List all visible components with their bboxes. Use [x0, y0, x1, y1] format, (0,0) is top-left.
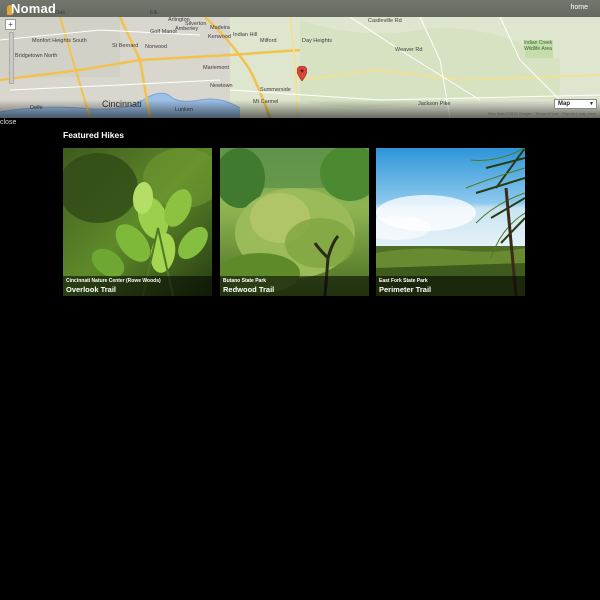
brand-logo[interactable]: Nomad: [11, 1, 56, 16]
close-map-link[interactable]: close: [0, 119, 16, 126]
zoom-slider[interactable]: [9, 32, 14, 84]
trail-name[interactable]: Redwood Trail: [223, 285, 274, 294]
map-label: Elk: [150, 10, 158, 16]
map-label: St Bernard: [112, 43, 139, 49]
map-label: Golf Manor: [150, 29, 178, 35]
zoom-control[interactable]: +: [5, 19, 16, 84]
hike-photo: [376, 148, 525, 296]
map-label: Oak: [55, 10, 66, 16]
map-attribution[interactable]: Map data ©2013 Google · Terms of Use · R…: [488, 111, 596, 116]
map-label: Summerside: [260, 87, 291, 93]
hike-caption: Butano State Park Redwood Trail: [220, 276, 369, 296]
map-label: Mt Carmel: [253, 99, 279, 105]
map-label: Delhi: [30, 105, 43, 111]
home-link[interactable]: home: [570, 4, 588, 11]
map-label: Jackson Pike: [418, 101, 451, 107]
map-label: Silverton: [185, 21, 207, 27]
park-name: Butano State Park: [223, 278, 267, 284]
hike-card[interactable]: Butano State Park Redwood Trail: [220, 148, 369, 296]
park-name: Cincinnati Nature Center (Rowe Woods): [66, 278, 161, 284]
map-pin-icon[interactable]: [297, 66, 307, 81]
chevron-down-icon: ▼: [589, 101, 594, 107]
map-label: Bridgetown North: [15, 53, 58, 59]
map-label: Monfort Heights South: [32, 38, 87, 44]
map-label: Milford: [260, 38, 277, 44]
map-label: Indian Creek Wildlife Area: [523, 40, 553, 52]
map-label: Kenwood: [208, 34, 231, 40]
trail-name[interactable]: Perimeter Trail: [379, 285, 431, 294]
map-label: Cincinnati: [102, 99, 142, 109]
map-type-label: Map: [558, 101, 570, 107]
hike-card[interactable]: Cincinnati Nature Center (Rowe Woods) Ov…: [63, 148, 212, 296]
zoom-in-icon[interactable]: +: [5, 19, 16, 30]
hike-caption: East Fork State Park Perimeter Trail: [376, 276, 525, 296]
top-bar: [0, 0, 600, 17]
map-label: Castleville Rd: [368, 18, 402, 24]
section-title: Featured Hikes: [63, 130, 124, 140]
hike-photo: [63, 148, 212, 296]
map-view[interactable]: Nomad home + Oak Elk Arlington Amberley …: [0, 0, 600, 118]
map-label: Weaver Rd: [395, 47, 423, 53]
map-label: Newtown: [210, 83, 233, 89]
park-name: East Fork State Park: [379, 278, 428, 284]
map-label: Mariemont: [203, 65, 229, 71]
hike-photo: [220, 148, 369, 296]
hike-card[interactable]: East Fork State Park Perimeter Trail: [376, 148, 525, 296]
map-type-select[interactable]: Map ▼: [554, 99, 597, 109]
map-label: Day Heights: [302, 38, 332, 44]
map-tiles: [0, 0, 600, 118]
hike-caption: Cincinnati Nature Center (Rowe Woods) Ov…: [63, 276, 212, 296]
trail-name[interactable]: Overlook Trail: [66, 285, 116, 294]
map-label: Madeira: [210, 25, 230, 31]
map-label: Lunken: [175, 107, 194, 113]
map-label: Norwood: [145, 44, 168, 50]
map-label: Indian Hill: [233, 32, 258, 38]
